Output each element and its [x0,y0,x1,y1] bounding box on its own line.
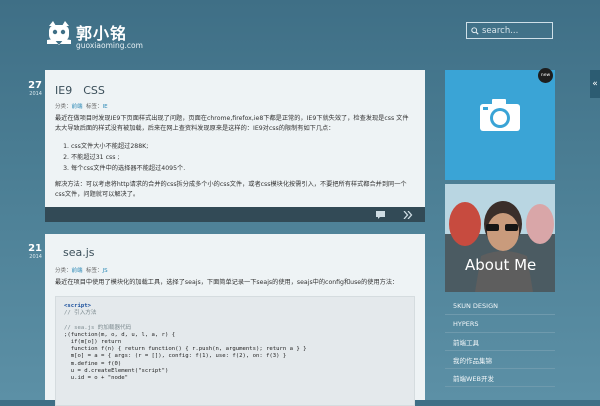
comment-button[interactable] [369,207,391,222]
code-line: if(m[o]) return [64,339,122,346]
code-line: // 引入方法 [64,310,97,317]
code-line: // sea.js 的加载器代码 [64,324,132,331]
double-chevron-right-icon [403,210,413,219]
code-block: <script>// 引入方法 // sea.js 的加载器代码 ;(functi… [55,296,415,406]
post-meta: 分类：前端 标签：JS [55,266,108,274]
post-year: 2014 [29,91,42,97]
post-card: sea.js 分类：前端 标签：JS 最近在项目中使用了模块化的加载工具，选择了… [45,234,425,406]
side-toggle-tab[interactable]: « [590,70,600,98]
post-paragraph: 最近在项目中使用了模块化的加载工具，选择了seajs，下面简单记录一下seajs… [55,279,399,286]
search-box[interactable] [466,22,553,39]
site-subtitle: guoxiaoming.com [76,41,143,50]
comment-icon [375,210,385,219]
photo-widget[interactable]: new [445,68,555,180]
about-me-widget[interactable]: About Me [445,184,555,292]
meta-category-label: 分类： [55,104,72,110]
sidebar-item-tools[interactable]: 前端工具 [445,333,555,351]
search-input[interactable] [482,25,548,36]
camera-icon [480,99,520,131]
code-line: ;(function(m, o, d, u, l, a, r) { [64,331,176,338]
search-icon [471,26,479,35]
list-item: css文件大小不能超过288K; [71,141,185,152]
sidebar-item-5kun-design[interactable]: 5KUN DESIGN [445,297,555,315]
new-badge: new [538,68,553,83]
meta-tag-label: 标签： [86,104,103,110]
meta-category-link[interactable]: 前端 [72,104,83,110]
sidebar-item-hypers[interactable]: HYPERS [445,315,555,333]
post-day: 27 [28,80,42,91]
read-more-button[interactable] [397,207,419,222]
post-paragraph: 最近在做项目时发现IE9下页面样式出现了问题，页面在chrome,firefox… [55,115,409,132]
code-line: m[o] = a = { args: (r = []), config: f(1… [64,353,287,360]
about-me-label: About Me [465,256,537,274]
meta-category-label: 分类： [55,268,72,274]
meta-category-link[interactable]: 前端 [72,268,83,274]
post-footer-bar [45,207,425,222]
code-line: u = d.createElement("script") [64,367,169,374]
sidebar-item-works[interactable]: 我的作品集锦 [445,351,555,369]
post-meta: 分类：前端 标签：IE [55,102,108,110]
post-title[interactable]: sea.js [63,246,95,259]
post-list: css文件大小不能超过288K; 不能超过31 css ; 每个css文件中的选… [59,141,185,174]
list-item: 不能超过31 css ; [71,152,185,163]
code-line: <script> [64,303,91,309]
post-date: 21 2014 [22,243,42,261]
post-card: IE9 CSS 分类：前端 标签：IE 最近在做项目时发现IE9下页面样式出现了… [45,70,425,222]
site-header: 郭小铭 guoxiaoming.com [0,0,600,62]
meta-tag-link[interactable]: IE [103,104,108,110]
post-year: 2014 [29,254,42,260]
profile-photo [445,184,555,292]
code-line: function f(n) { return function() { r.pu… [64,346,307,353]
code-line: m.define = f(0) [64,360,122,367]
meta-tag-label: 标签： [86,268,103,274]
logo-cat-icon[interactable] [44,18,74,48]
list-item: 每个css文件中的选择器不能超过4095个. [71,163,185,174]
code-line: u.id = o + "node" [64,375,128,382]
post-paragraph: 解决方法：可以考虑将http请求的合并的css拆分成多个小的css文件，或者cs… [55,181,407,198]
post-title[interactable]: IE9 CSS [55,82,105,98]
sidebar-item-web-dev[interactable]: 前端WEB开发 [445,369,555,387]
meta-tag-link[interactable]: JS [103,268,108,274]
post-date: 27 2014 [22,80,42,98]
post-day: 21 [28,243,42,254]
sidebar-nav: 5KUN DESIGN HYPERS 前端工具 我的作品集锦 前端WEB开发 [445,297,555,387]
